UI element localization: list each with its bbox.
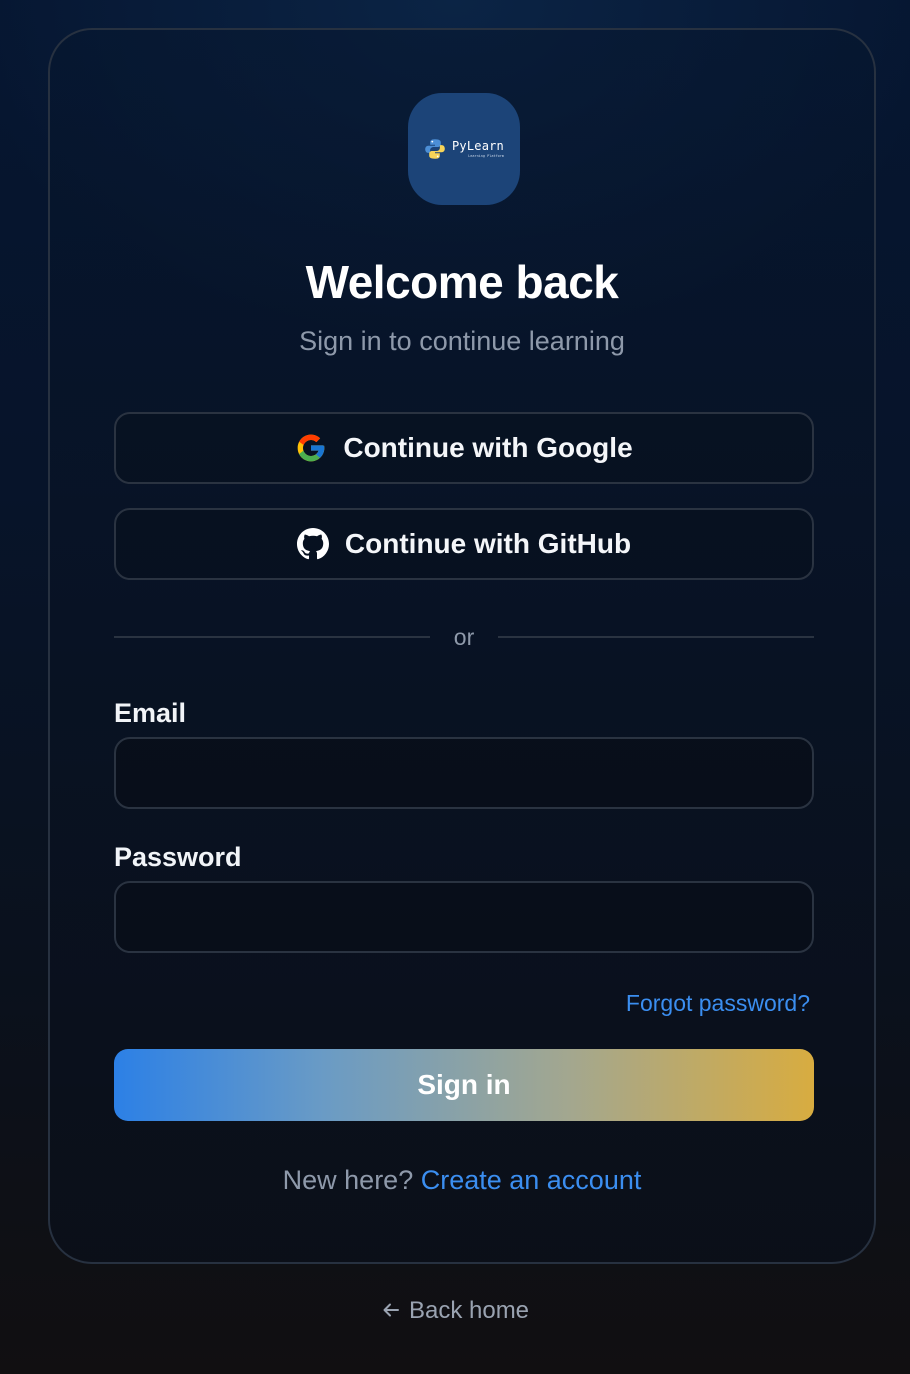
divider-text: or bbox=[453, 623, 475, 650]
google-button-label: Continue with Google bbox=[343, 432, 633, 463]
brand-logo: PyLearn Learning Platform bbox=[408, 93, 520, 205]
back-home-label: Back home bbox=[408, 1297, 530, 1324]
password-label: Password bbox=[114, 842, 242, 872]
sign-in-button[interactable]: Sign in bbox=[114, 1049, 814, 1121]
brand-name: PyLearn bbox=[452, 138, 504, 153]
email-label: Email bbox=[114, 698, 187, 728]
page-title: Welcome back bbox=[305, 256, 619, 308]
brand-tagline: Learning Platform bbox=[468, 153, 504, 158]
python-logo-icon bbox=[425, 139, 445, 159]
divider-line-right bbox=[498, 636, 815, 638]
divider-line-left bbox=[114, 636, 430, 638]
continue-with-github-button[interactable]: Continue with GitHub bbox=[114, 508, 814, 580]
email-field[interactable] bbox=[114, 737, 814, 809]
signup-prompt: New here? bbox=[282, 1165, 421, 1195]
back-home-link[interactable]: Back home bbox=[0, 1297, 910, 1325]
github-button-label: Continue with GitHub bbox=[344, 528, 632, 559]
forgot-password-link[interactable]: Forgot password? bbox=[626, 990, 810, 1017]
create-account-link[interactable]: Create an account bbox=[421, 1165, 642, 1195]
page-subtitle: Sign in to continue learning bbox=[299, 326, 625, 356]
password-field[interactable] bbox=[114, 881, 814, 953]
sign-in-card: PyLearn Learning Platform Welcome back S… bbox=[48, 28, 876, 1264]
arrow-left-icon bbox=[383, 1303, 399, 1317]
github-icon bbox=[296, 528, 329, 560]
signup-row: New here? Create an account bbox=[50, 1165, 874, 1196]
or-divider: or bbox=[114, 622, 815, 652]
google-icon bbox=[298, 434, 325, 462]
continue-with-google-button[interactable]: Continue with Google bbox=[114, 412, 814, 484]
